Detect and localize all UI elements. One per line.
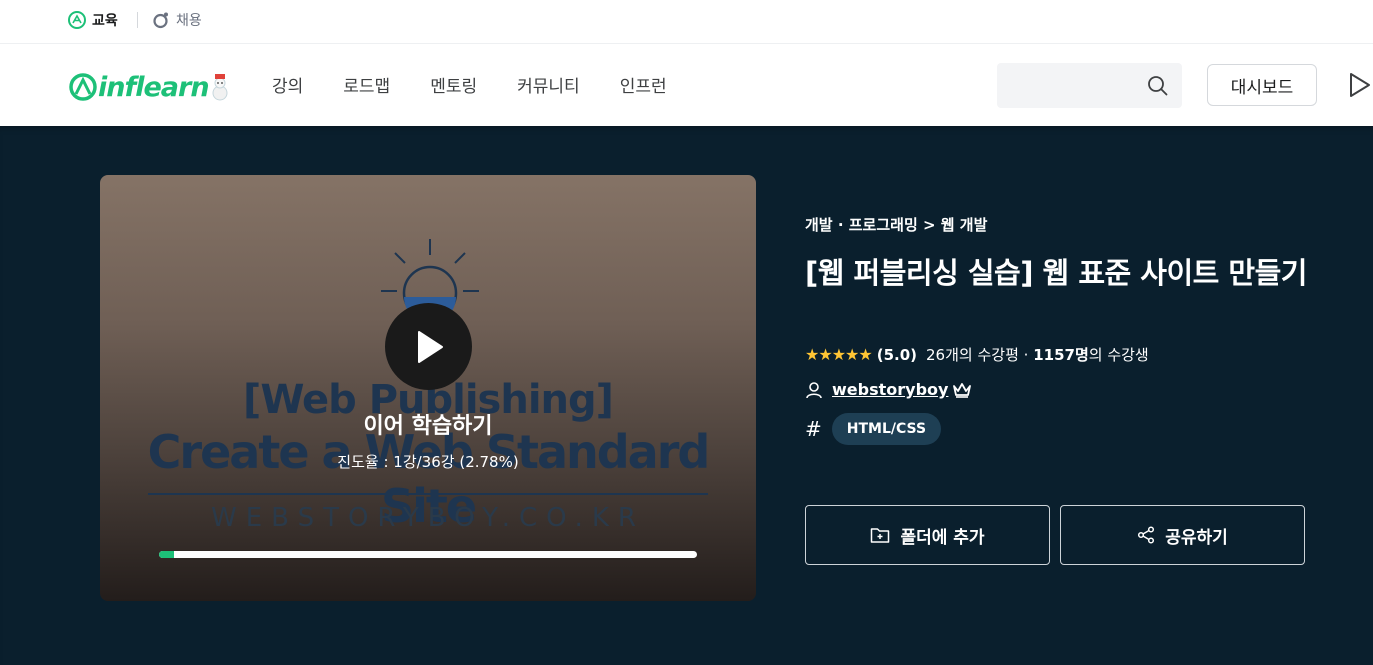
instructor-name[interactable]: webstoryboy <box>832 380 948 399</box>
snowman-icon <box>212 74 228 101</box>
education-label: 교육 <box>92 13 118 29</box>
instructor-row: webstoryboy <box>805 380 972 399</box>
resume-learning-label[interactable]: 이어 학습하기 <box>100 408 756 440</box>
course-title: [웹 퍼블리싱 실습] 웹 표준 사이트 만들기 <box>805 256 1307 290</box>
nav-item-courses[interactable]: 강의 <box>272 72 303 97</box>
nav-item-inflearn[interactable]: 인프런 <box>620 72 667 97</box>
nav-item-mentoring[interactable]: 멘토링 <box>430 72 477 97</box>
tag-chip[interactable]: HTML/CSS <box>831 413 942 445</box>
nav-menu: 강의 로드맵 멘토링 커뮤니티 인프런 <box>272 72 707 97</box>
education-link[interactable]: 교육 <box>68 10 118 30</box>
progress-text: 진도율 : 1강/36강 (2.78%) <box>337 453 519 471</box>
breadcrumb[interactable]: 개발 · 프로그래밍 > 웹 개발 <box>805 214 987 235</box>
rating-score: (5.0) <box>876 345 918 364</box>
hash-icon: # <box>805 417 822 441</box>
search-icon[interactable] <box>1147 75 1168 96</box>
thumbnail-divider <box>148 493 708 495</box>
crown-icon <box>953 382 972 398</box>
logo[interactable]: inflearn <box>68 65 231 109</box>
course-hero: [Web Publishing] Create a Web Standard S… <box>0 126 1373 665</box>
search-input[interactable] <box>997 63 1182 108</box>
progress-bar <box>159 551 697 558</box>
add-to-folder-button[interactable]: 폴더에 추가 <box>805 505 1050 565</box>
top-utility-bar: 교육 채용 <box>0 0 1373 44</box>
review-count[interactable]: 26개의 수강평 · <box>926 344 1028 365</box>
share-button[interactable]: 공유하기 <box>1060 505 1305 565</box>
nav-item-community[interactable]: 커뮤니티 <box>517 72 580 97</box>
add-to-folder-label: 폴더에 추가 <box>900 527 985 548</box>
jobs-icon <box>153 12 168 29</box>
star-rating-icon: ★★★★★ <box>805 345 873 364</box>
main-nav: inflearn 강의 로드맵 멘토링 커뮤니티 인프런 대시보드 <box>0 45 1373 125</box>
divider <box>137 12 138 28</box>
course-thumbnail[interactable]: [Web Publishing] Create a Web Standard S… <box>100 175 756 601</box>
rating-row: ★★★★★ (5.0) 26개의 수강평 · 1157명 의 수강생 <box>805 344 1149 365</box>
tag-row: # HTML/CSS <box>805 413 942 445</box>
nav-item-roadmap[interactable]: 로드맵 <box>343 72 390 97</box>
thumbnail-site: WEBSTORYBOY.CO.KR <box>211 503 645 533</box>
user-icon <box>806 381 822 398</box>
dashboard-button[interactable]: 대시보드 <box>1207 64 1317 106</box>
progress-fill <box>159 551 174 558</box>
share-icon <box>1138 526 1155 544</box>
play-icon <box>417 330 443 363</box>
education-icon <box>68 11 86 29</box>
student-suffix: 의 수강생 <box>1088 346 1149 364</box>
jobs-label: 채용 <box>176 13 202 29</box>
folder-plus-icon <box>871 528 890 543</box>
logo-mark-icon <box>69 73 97 101</box>
play-icon[interactable] <box>1348 71 1372 99</box>
share-label: 공유하기 <box>1165 527 1228 548</box>
student-count: 1157명 <box>1033 346 1089 364</box>
play-button[interactable] <box>385 303 472 390</box>
logo-text: inflearn <box>98 71 210 103</box>
jobs-link[interactable]: 채용 <box>152 10 202 30</box>
